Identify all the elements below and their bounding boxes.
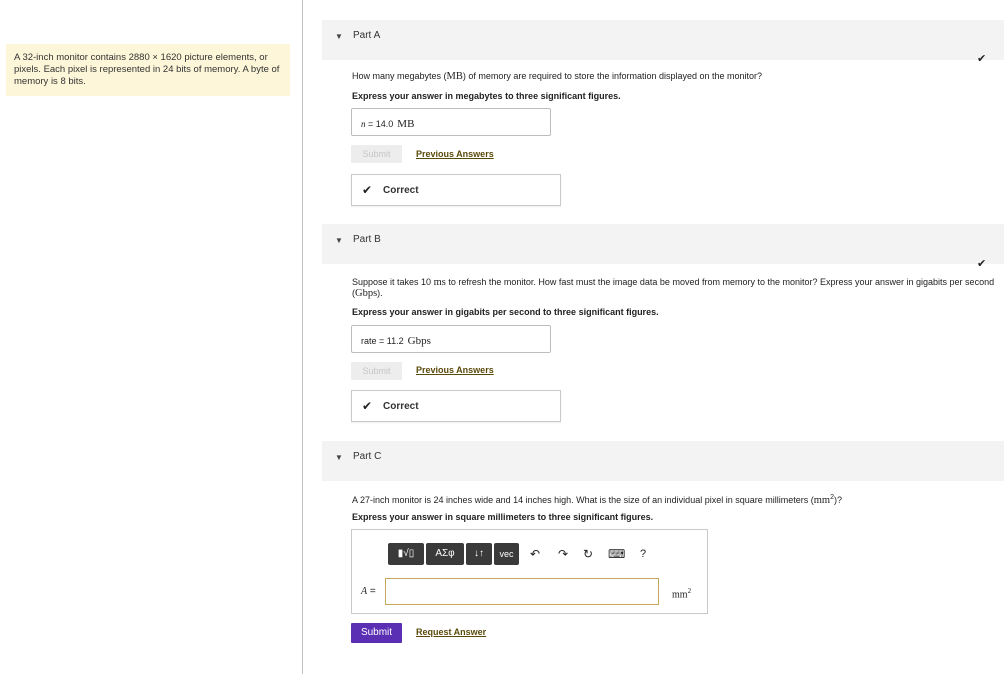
part-a-feedback: ✔ Correct — [351, 174, 561, 206]
part-a-title: Part A — [353, 30, 381, 41]
part-b-complete-check-icon: ✔ — [977, 258, 987, 270]
pane-divider — [302, 0, 303, 674]
answer-variable: rate — [361, 336, 377, 346]
part-c-answer-input[interactable] — [385, 578, 659, 605]
answer-value: 14.0 — [375, 119, 394, 129]
collapse-triangle-icon[interactable]: ▼ — [335, 32, 343, 41]
check-icon: ✔ — [362, 183, 373, 197]
collapse-triangle-icon[interactable]: ▼ — [335, 453, 343, 462]
reset-icon[interactable]: ↻ — [580, 543, 596, 565]
part-b-submit-button[interactable]: Submit — [351, 362, 402, 380]
greek-symbols-button[interactable]: ΑΣφ — [426, 543, 464, 565]
part-a-question: How many megabytes (MB) of memory are re… — [352, 71, 763, 82]
part-c-title: Part C — [353, 451, 382, 462]
part-c-request-answer-link[interactable]: Request Answer — [416, 627, 486, 637]
feedback-text: Correct — [383, 185, 419, 196]
part-b-question: Suppose it takes 10 ms to refresh the mo… — [352, 277, 995, 299]
part-a-submit-button[interactable]: Submit — [351, 145, 402, 163]
answer-unit: Gbps — [407, 335, 431, 347]
vector-button[interactable]: vec — [494, 543, 519, 565]
part-c-submit-button[interactable]: Submit — [351, 623, 402, 643]
part-a-answer-display: n = 14.0 MB — [351, 108, 551, 136]
check-icon: ✔ — [362, 399, 373, 413]
part-c-question: A 27-inch monitor is 24 inches wide and … — [352, 494, 842, 506]
part-c-instruction: Express your answer in square millimeter… — [352, 512, 654, 522]
arrows-button[interactable]: ↓↑ — [466, 543, 492, 565]
keyboard-icon[interactable]: ⌨ — [608, 543, 625, 565]
answer-unit: MB — [397, 118, 415, 130]
undo-icon[interactable]: ↶ — [527, 543, 543, 565]
help-icon[interactable]: ? — [635, 543, 651, 565]
problem-statement: A 32-inch monitor contains 2880 × 1620 p… — [6, 44, 290, 96]
part-c-header[interactable]: ▼ Part C — [322, 441, 1004, 481]
templates-button[interactable]: ▮√▯ — [388, 543, 424, 565]
part-b-title: Part B — [353, 234, 381, 245]
part-b-header[interactable]: ▼ Part B — [322, 224, 1004, 264]
part-a-previous-answers-link[interactable]: Previous Answers — [416, 149, 494, 159]
redo-icon[interactable]: ↷ — [555, 543, 571, 565]
answer-value: 11.2 — [386, 336, 404, 346]
part-b-feedback: ✔ Correct — [351, 390, 561, 422]
part-b-instruction: Express your answer in gigabits per seco… — [352, 307, 659, 317]
part-b-previous-answers-link[interactable]: Previous Answers — [416, 365, 494, 375]
part-c-answer-unit: mm2 — [672, 587, 692, 601]
part-c-answer-label: A = — [361, 586, 376, 597]
part-b-answer-display: rate = 11.2 Gbps — [351, 325, 551, 353]
feedback-text: Correct — [383, 401, 419, 412]
collapse-triangle-icon[interactable]: ▼ — [335, 236, 343, 245]
part-a-header[interactable]: ▼ Part A — [322, 20, 1004, 60]
part-a-instruction: Express your answer in megabytes to thre… — [352, 91, 621, 101]
part-a-complete-check-icon: ✔ — [977, 53, 987, 65]
